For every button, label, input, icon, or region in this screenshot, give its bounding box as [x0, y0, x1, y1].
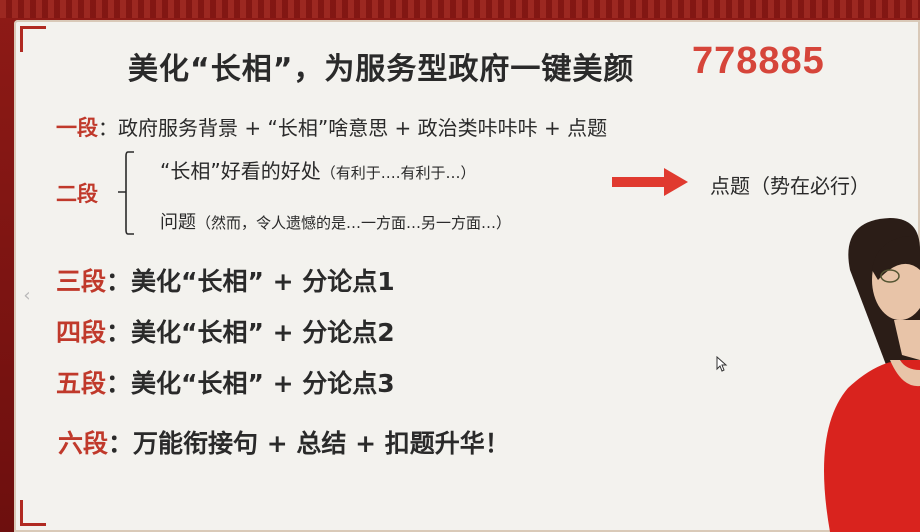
segment-5-label: 五段 [56, 369, 107, 398]
mouse-cursor-icon [716, 356, 728, 372]
frame-border-pattern [0, 0, 920, 18]
segment-2-result: 点题（势在必行） [710, 174, 870, 198]
segment-5-content: ：美化“长相” + 分论点3 [106, 369, 395, 398]
segment-2-sub-1-note: （有利于….有利于…） [320, 164, 476, 182]
arrow-right-icon [612, 168, 688, 196]
segment-2-sub-1: “长相”好看的好处（有利于….有利于…） [160, 155, 476, 184]
slide-title: 美化“长相”，为服务型政府一键美颜 [128, 52, 635, 87]
segment-5-row: 五段：美化“长相” + 分论点3 [56, 364, 395, 400]
presenter-figure [824, 218, 920, 532]
segment-2-sub-2-main: 问题 [160, 212, 196, 233]
segment-2-sub-2-note: （然而，令人遗憾的是…一方面…另一方面…） [196, 214, 512, 232]
corner-ornament-top-left [20, 26, 46, 52]
segment-6-label: 六段 [58, 429, 109, 458]
segment-6-row: 六段：万能衔接句 + 总结 + 扣题升华！ [58, 424, 510, 460]
segment-2-label: 二段 [56, 182, 98, 206]
segment-3-label: 三段 [56, 267, 107, 296]
segment-4-label: 四段 [56, 318, 107, 347]
corner-ornament-bottom-left [20, 500, 46, 526]
segment-1-row: 一段：政府服务背景 + “长相”啥意思 + 政治类咔咔咔 + 点题 [56, 112, 607, 142]
segment-2-sub-2: 问题（然而，令人遗憾的是…一方面…另一方面…） [160, 208, 511, 234]
bracket-brace-icon [118, 151, 134, 235]
segment-4-content: ：美化“长相” + 分论点2 [106, 318, 395, 347]
segment-1-content: ：政府服务背景 + “长相”啥意思 + 政治类咔咔咔 + 点题 [98, 116, 608, 140]
segment-3-row: 三段：美化“长相” + 分论点1 [56, 262, 395, 298]
chevron-left-icon[interactable]: ‹ [18, 285, 36, 307]
slide-title-number: 778885 [692, 40, 825, 82]
segment-2-sub-1-main: “长相”好看的好处 [160, 159, 321, 183]
segment-4-row: 四段：美化“长相” + 分论点2 [56, 313, 395, 349]
segment-1-label: 一段 [56, 116, 98, 140]
segment-3-content: ：美化“长相” + 分论点1 [106, 267, 395, 296]
segment-6-content: ：万能衔接句 + 总结 + 扣题升华！ [108, 429, 510, 458]
